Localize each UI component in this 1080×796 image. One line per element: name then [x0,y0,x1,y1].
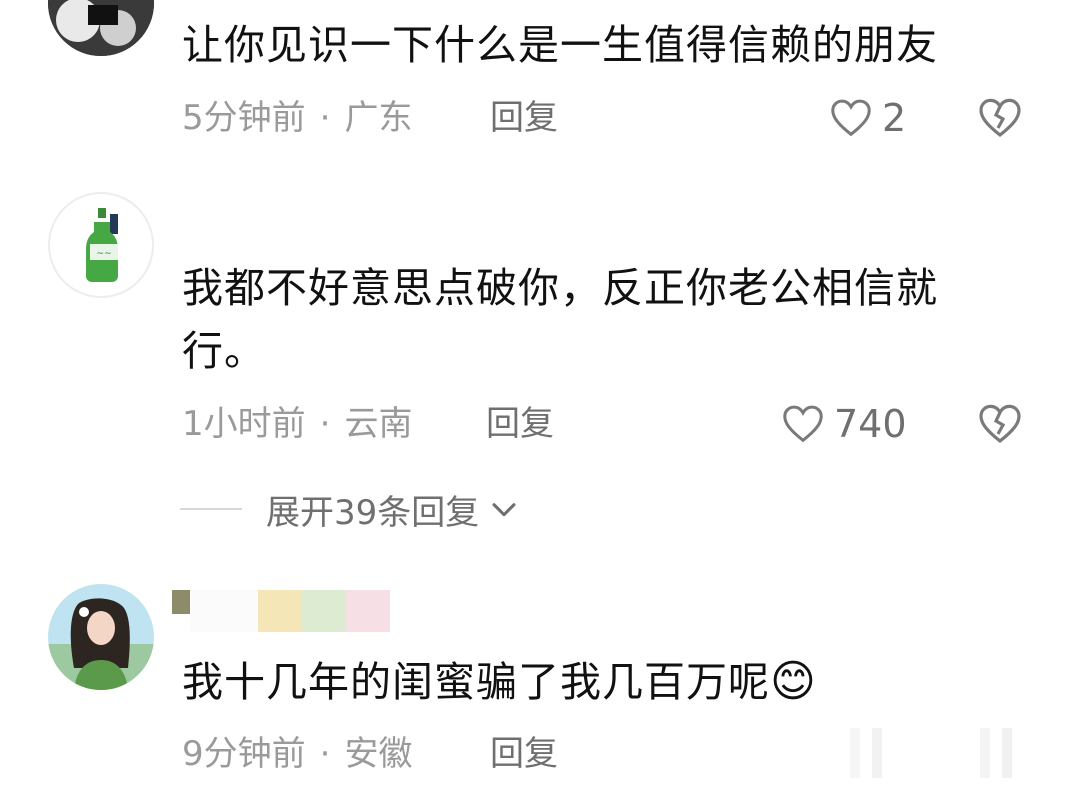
meta-separator: · [319,98,331,138]
reply-button[interactable]: 回复 [490,732,558,776]
comment-text: 让你见识一下什么是一生值得信赖的朋友 [182,21,938,69]
svg-text:~~: ~~ [96,249,111,259]
comment-time: 1小时前 [182,404,306,444]
heart-outline-icon [783,405,823,443]
comment-location: 广东 [344,98,413,138]
like-button[interactable]: 2 [828,94,906,142]
username-redacted [172,590,390,632]
comment-time: 5分钟前 [182,98,306,138]
smile-emoji-icon: 😊 [770,656,817,707]
comment-location: 云南 [344,404,413,444]
like-count: 740 [834,402,907,446]
expand-replies-button[interactable]: 展开39条回复 [180,486,521,533]
avatar[interactable] [48,0,154,56]
comment-item: ~~ 我都不好意思点破你，反正你老公相信就行。 1小时前 · 云南 回复 740 [0,160,1080,460]
comment-item: 让你见识一下什么是一生值得信赖的朋友 5分钟前 · 广东 回复 2 [0,0,1080,160]
comment-item: 我十几年的闺蜜骗了我几百万呢😊 9分钟前 · 安徽 回复 [0,560,1080,796]
meta-separator: · [319,734,331,774]
reply-button[interactable]: 回复 [490,96,558,140]
broken-heart-icon [979,98,1021,138]
like-button[interactable]: 740 [780,400,907,448]
chevron-down-icon [492,503,516,517]
comment-time: 9分钟前 [182,734,306,774]
avatar[interactable] [48,584,154,690]
dislike-button[interactable] [976,94,1024,142]
comment-meta: 9分钟前 · 安徽 [182,732,412,776]
avatar[interactable]: ~~ [48,192,154,298]
comment-meta: 5分钟前 · 广东 [182,96,412,140]
comment-location: 安徽 [344,734,413,774]
expand-replies-label: 展开39条回复 [266,492,480,533]
dislike-button[interactable] [976,400,1024,448]
expand-divider [180,508,242,510]
heart-outline-icon [831,99,871,137]
comment-text-body: 我十几年的闺蜜骗了我几百万呢 [182,658,770,706]
meta-separator: · [319,404,331,444]
comment-text: 我十几年的闺蜜骗了我几百万呢😊 [182,650,1002,714]
comment-text: 我都不好意思点破你，反正你老公相信就行。 [182,264,938,375]
broken-heart-icon [979,404,1021,444]
comment-meta: 1小时前 · 云南 [182,402,412,446]
redacted-actions [850,728,1030,778]
like-count: 2 [882,96,907,140]
reply-button[interactable]: 回复 [486,402,554,446]
